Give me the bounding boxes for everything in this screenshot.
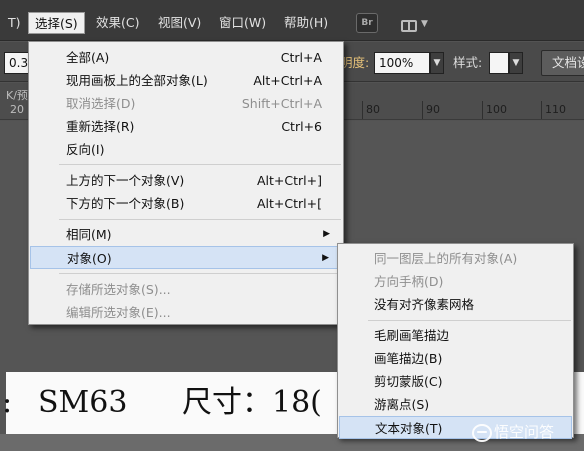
menu-view[interactable]: 视图(V) <box>152 12 207 34</box>
ruler-partial-label: K/预 <box>6 89 28 102</box>
menu-item-next-object-below[interactable]: 下方的下一个对象(B) Alt+Ctrl+[ <box>30 192 342 215</box>
ruler-number: 100 <box>486 103 507 116</box>
menu-item-reselect[interactable]: 重新选择(R) Ctrl+6 <box>30 115 342 138</box>
style-label: 样式: <box>453 55 483 70</box>
menu-item-label: 全部(A) <box>66 50 110 65</box>
menu-item-label: 没有对齐像素网格 <box>374 297 475 312</box>
menu-item-label: 编辑所选对象(E)... <box>66 305 171 320</box>
menu-item-shortcut: Alt+Ctrl+] <box>257 173 322 188</box>
menu-item-next-object-above[interactable]: 上方的下一个对象(V) Alt+Ctrl+] <box>30 169 342 192</box>
menu-bar: T) 选择(S) 效果(C) 视图(V) 窗口(W) 帮助(H) Br ▼ <box>0 0 584 41</box>
submenu-item-stray-points[interactable]: 游离点(S) <box>339 393 572 416</box>
menu-item-shortcut: Alt+Ctrl+[ <box>257 196 322 211</box>
menu-item-edit-selection[interactable]: 编辑所选对象(E)... <box>30 301 342 324</box>
menu-item-select-all-artboard[interactable]: 现用画板上的全部对象(L) Alt+Ctrl+A <box>30 69 342 92</box>
menu-item-label: 下方的下一个对象(B) <box>66 196 185 211</box>
menu-item-label: 重新选择(R) <box>66 119 135 134</box>
menu-effect[interactable]: 效果(C) <box>90 12 145 34</box>
menu-item-label: 方向手柄(D) <box>374 274 444 289</box>
ruler-number: 90 <box>426 103 440 116</box>
chevron-down-icon[interactable]: ▼ <box>421 19 428 29</box>
menu-item-label: 同一图层上的所有对象(A) <box>374 251 518 266</box>
menu-item-deselect[interactable]: 取消选择(D) Shift+Ctrl+A <box>30 92 342 115</box>
watermark-text: 悟空问答 <box>494 423 555 441</box>
ruler-tick <box>422 101 423 119</box>
opacity-dropdown-icon[interactable]: ▼ <box>430 52 444 74</box>
menu-item-shortcut: Ctrl+A <box>280 50 322 65</box>
menu-item-same[interactable]: 相同(M) ▶ <box>30 223 342 246</box>
submenu-item-direction-handles[interactable]: 方向手柄(D) <box>339 270 572 293</box>
menu-separator <box>368 320 571 321</box>
menu-item-label: 剪切蒙版(C) <box>374 374 443 389</box>
menu-item-label: 现用画板上的全部对象(L) <box>66 73 208 88</box>
menu-item-shortcut: Alt+Ctrl+A <box>253 73 322 88</box>
submenu-item-all-on-same-layer[interactable]: 同一图层上的所有对象(A) <box>339 247 572 270</box>
menu-select[interactable]: 选择(S) <box>28 12 85 34</box>
style-swatch[interactable] <box>489 52 509 74</box>
workspace-layout-icon[interactable] <box>401 20 417 32</box>
submenu-arrow-icon: ▶ <box>322 253 329 263</box>
submenu-item-not-aligned-pixel-grid[interactable]: 没有对齐像素网格 <box>339 293 572 316</box>
opacity-label: 明度: <box>340 55 370 70</box>
menu-item-label: 对象(O) <box>67 251 112 266</box>
menu-window[interactable]: 窗口(W) <box>213 12 272 34</box>
ruler-number: 110 <box>545 103 566 116</box>
ruler-number: 20 <box>10 103 24 116</box>
menu-type-partial[interactable]: T) <box>2 12 27 34</box>
menu-item-shortcut: Shift+Ctrl+A <box>241 96 322 111</box>
select-menu: 全部(A) Ctrl+A 现用画板上的全部对象(L) Alt+Ctrl+A 取消… <box>28 41 344 325</box>
menu-item-select-all[interactable]: 全部(A) Ctrl+A <box>30 46 342 69</box>
menu-help[interactable]: 帮助(H) <box>278 12 334 34</box>
menu-item-shortcut: Ctrl+6 <box>281 119 322 134</box>
menu-item-object[interactable]: 对象(O) ▶ <box>30 246 342 269</box>
document-text-code[interactable]: SM63 <box>38 372 127 434</box>
menu-item-label: 毛刷画笔描边 <box>374 328 450 343</box>
submenu-arrow-icon: ▶ <box>323 229 330 239</box>
menu-item-inverse[interactable]: 反向(I) <box>30 138 342 161</box>
ruler-number: 80 <box>366 103 380 116</box>
submenu-item-brush-strokes[interactable]: 画笔描边(B) <box>339 347 572 370</box>
stroke-weight-field[interactable]: 0.3 <box>4 52 30 74</box>
bridge-icon[interactable]: Br <box>356 13 378 33</box>
menu-separator <box>59 273 341 274</box>
submenu-item-bristle-brush-strokes[interactable]: 毛刷画笔描边 <box>339 324 572 347</box>
menu-item-label: 存储所选对象(S)... <box>66 282 171 297</box>
opacity-field[interactable]: 100% <box>374 52 430 74</box>
menu-item-label: 上方的下一个对象(V) <box>66 173 185 188</box>
chat-bubble-icon <box>472 423 492 442</box>
object-submenu: 同一图层上的所有对象(A) 方向手柄(D) 没有对齐像素网格 毛刷画笔描边 画笔… <box>337 243 574 439</box>
menu-item-label: 文本对象(T) <box>375 421 443 436</box>
menu-item-label: 反向(I) <box>66 142 105 157</box>
document-text-fragment[interactable]: : <box>2 372 12 434</box>
menu-item-label: 游离点(S) <box>374 397 430 412</box>
document-setup-button[interactable]: 文档设 <box>541 50 584 76</box>
ruler-tick <box>482 101 483 119</box>
menu-item-label: 相同(M) <box>66 227 112 242</box>
menu-separator <box>59 164 341 165</box>
watermark: 悟空问答 <box>472 420 554 444</box>
menu-item-save-selection[interactable]: 存储所选对象(S)... <box>30 278 342 301</box>
menu-item-label: 取消选择(D) <box>66 96 136 111</box>
menu-item-label: 画笔描边(B) <box>374 351 443 366</box>
ruler-tick <box>541 101 542 119</box>
style-dropdown-icon[interactable]: ▼ <box>509 52 523 74</box>
submenu-item-clipping-masks[interactable]: 剪切蒙版(C) <box>339 370 572 393</box>
document-text-size[interactable]: 尺寸：18( <box>182 372 322 434</box>
menu-separator <box>59 219 341 220</box>
ruler-tick <box>362 101 363 119</box>
